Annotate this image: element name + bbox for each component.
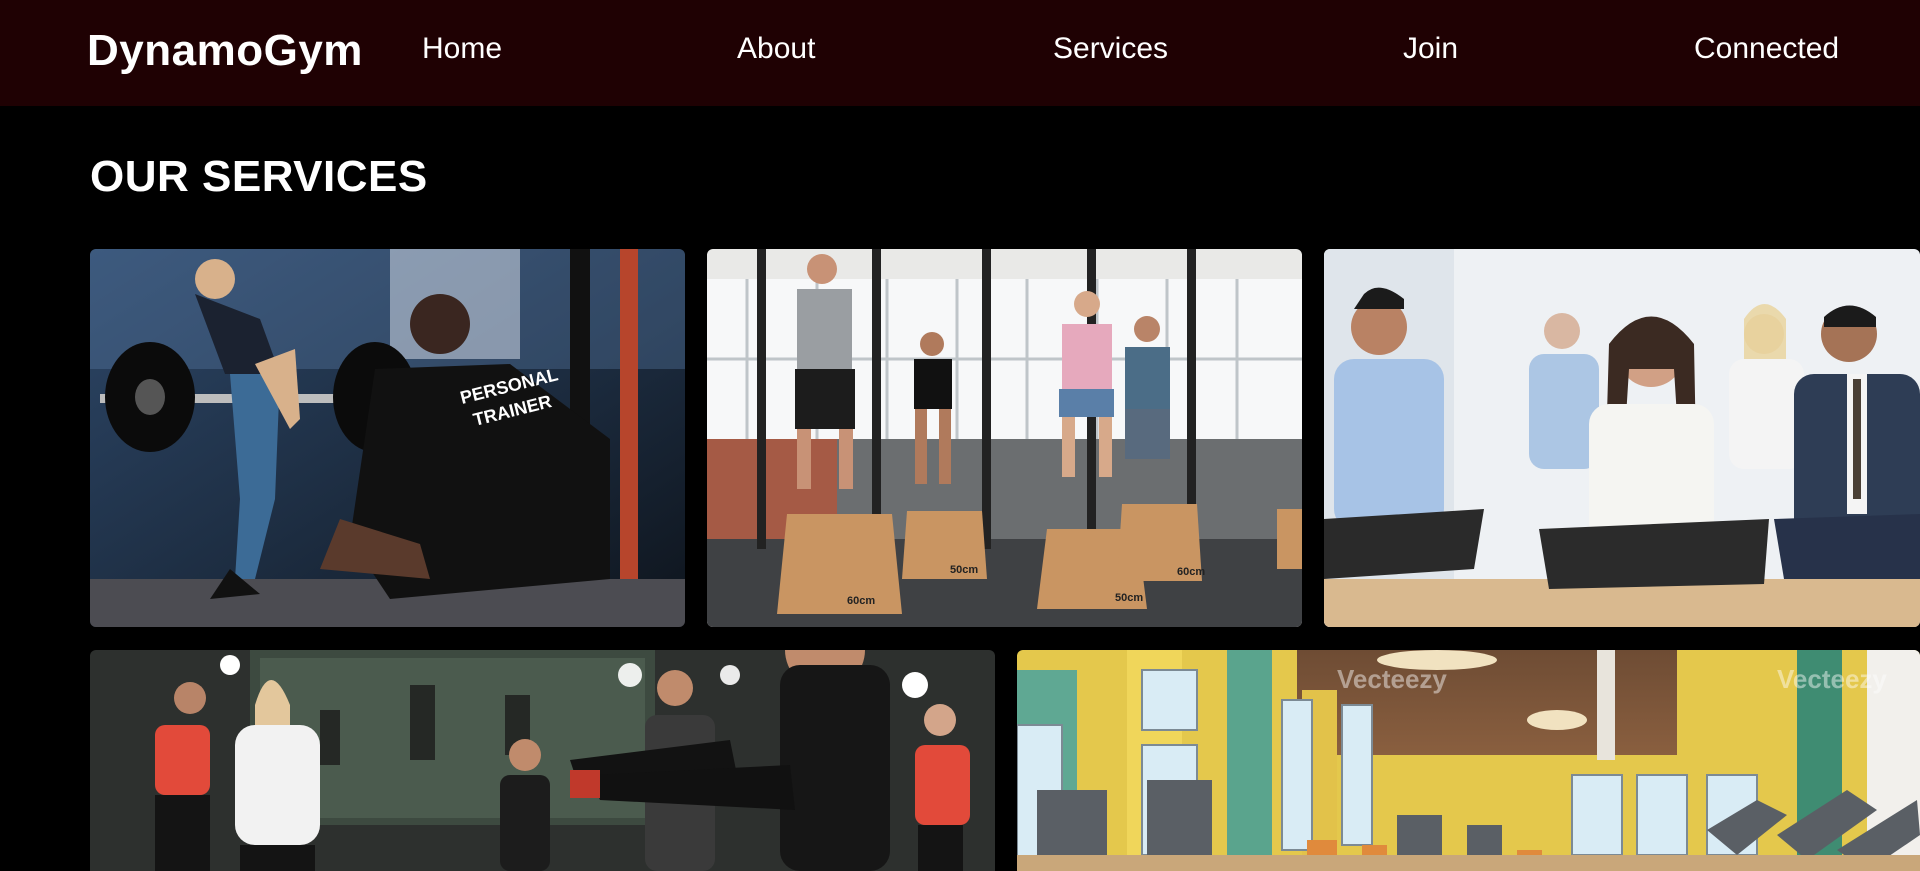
services-section-title: OUR SERVICES bbox=[90, 152, 428, 201]
service-card-group-fitness[interactable]: 60cm 50cm 50cm 60cm bbox=[707, 249, 1302, 627]
nav-link-connected[interactable]: Connected bbox=[1694, 32, 1839, 66]
watermark-text-1: Vecteezy bbox=[1337, 664, 1447, 694]
nav-link-join[interactable]: Join bbox=[1403, 32, 1458, 66]
box-label-4: 60cm bbox=[1177, 566, 1205, 578]
box-jump-class-photo: 60cm 50cm 50cm 60cm bbox=[707, 249, 1302, 627]
box-label-1: 60cm bbox=[847, 595, 875, 607]
gym-interior-photo: Vecteezy Vecteezy bbox=[1017, 650, 1920, 871]
box-label-2: 50cm bbox=[950, 564, 978, 576]
brand-logo[interactable]: DynamoGym bbox=[87, 26, 363, 76]
service-card-gym-floor[interactable]: Vecteezy Vecteezy bbox=[1017, 650, 1920, 871]
box-label-3: 50cm bbox=[1115, 592, 1143, 604]
service-card-yoga-meditation[interactable] bbox=[1324, 249, 1920, 627]
service-card-kickboxing[interactable] bbox=[90, 650, 995, 871]
kickboxing-class-photo bbox=[90, 650, 995, 871]
nav-link-home[interactable]: Home bbox=[422, 32, 502, 66]
personal-training-photo: PERSONAL TRAINER bbox=[90, 249, 685, 627]
nav-link-about[interactable]: About bbox=[737, 32, 815, 66]
nav-link-services[interactable]: Services bbox=[1053, 32, 1168, 66]
service-card-personal-training[interactable]: PERSONAL TRAINER bbox=[90, 249, 685, 627]
top-navbar: DynamoGym Home About Services Join Conne… bbox=[0, 0, 1920, 106]
watermark-text-2: Vecteezy bbox=[1777, 664, 1887, 694]
meditation-class-photo bbox=[1324, 249, 1920, 627]
